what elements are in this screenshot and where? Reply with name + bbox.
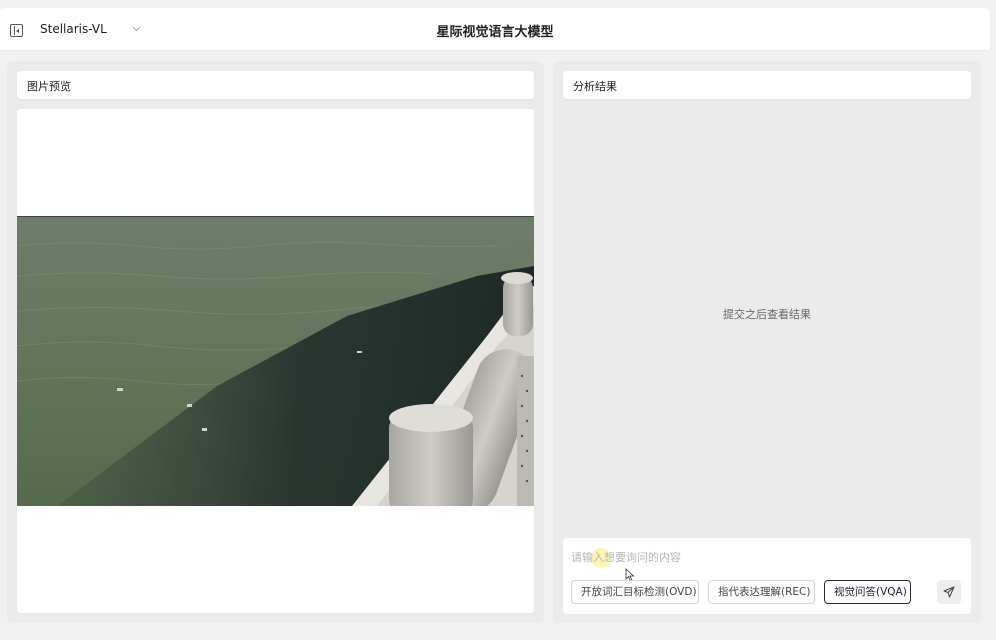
mode-button-ovd[interactable]: 开放词汇目标检测(OVD)	[571, 580, 699, 604]
image-preview-panel: 图片预览	[7, 61, 544, 623]
image-preview-header: 图片预览	[17, 71, 534, 99]
analysis-result-header: 分析结果	[563, 71, 971, 99]
preview-image	[17, 216, 534, 506]
top-bar: Stellaris-VL 星际视觉语言大模型	[0, 8, 990, 51]
image-preview-area	[17, 109, 534, 613]
empty-result-text: 提交之后查看结果	[723, 308, 811, 321]
query-input[interactable]	[571, 548, 911, 566]
analysis-result-panel: 分析结果 提交之后查看结果 开放词汇目标检测(OVD) 指代表达理解(REC) …	[553, 61, 981, 623]
send-button[interactable]	[937, 580, 961, 604]
mode-button-vqa[interactable]: 视觉问答(VQA)	[824, 580, 911, 604]
mode-button-rec[interactable]: 指代表达理解(REC)	[708, 580, 815, 604]
query-card: 开放词汇目标检测(OVD) 指代表达理解(REC) 视觉问答(VQA)	[563, 538, 971, 614]
send-icon	[943, 586, 955, 598]
page-title: 星际视觉语言大模型	[436, 25, 554, 40]
